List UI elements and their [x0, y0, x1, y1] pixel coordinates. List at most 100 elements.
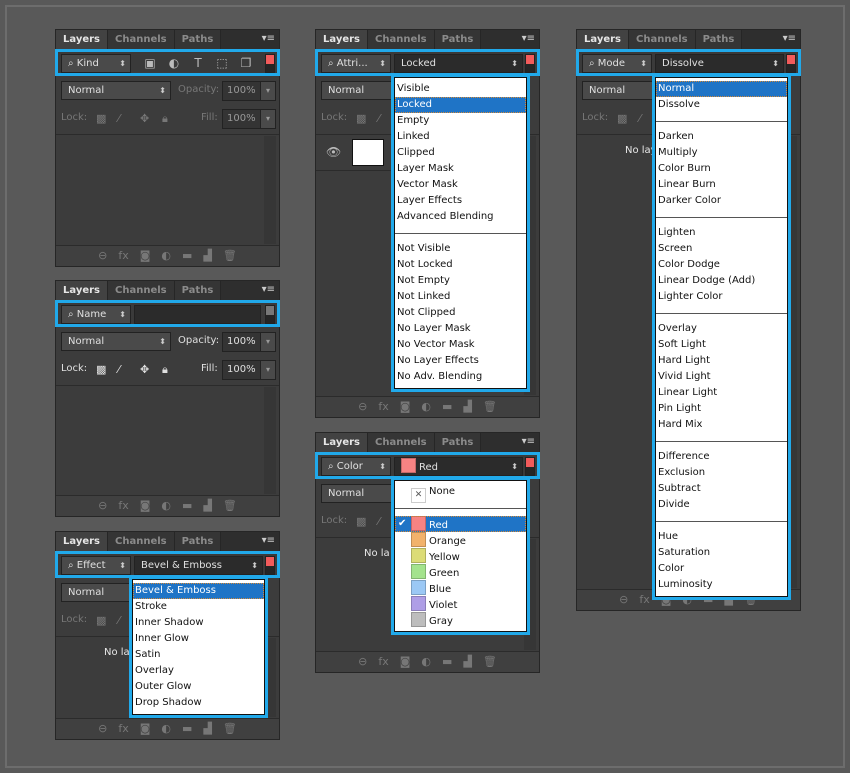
dropdown-item[interactable]: Visible: [395, 81, 526, 97]
dropdown-item[interactable]: Darker Color: [656, 193, 787, 209]
dropdown-item[interactable]: Dissolve: [656, 97, 787, 113]
tab-channels[interactable]: Channels: [368, 433, 435, 453]
smart-object-filter-icon[interactable]: ❐: [239, 56, 253, 70]
shape-filter-icon[interactable]: ⬚: [215, 56, 229, 70]
dropdown-item[interactable]: Color Dodge: [656, 257, 787, 273]
tab-layers[interactable]: Layers: [316, 433, 368, 453]
adjustment-icon[interactable]: ◐: [421, 397, 431, 417]
image-filter-icon[interactable]: ▣: [143, 56, 157, 70]
tab-layers[interactable]: Layers: [56, 532, 108, 552]
panel-menu-icon[interactable]: ▾≡: [783, 33, 796, 44]
link-icon[interactable]: ⊖: [358, 652, 367, 672]
dropdown-item[interactable]: No Layer Mask: [395, 321, 526, 337]
adjustment-icon[interactable]: ◐: [161, 246, 171, 266]
folder-icon[interactable]: ▬: [182, 246, 192, 266]
dropdown-item[interactable]: Hue: [656, 529, 787, 545]
folder-icon[interactable]: ▬: [182, 719, 192, 739]
new-layer-icon[interactable]: ▟: [463, 397, 471, 417]
eye-icon[interactable]: 👁︎: [326, 145, 341, 159]
filter-toggle[interactable]: [786, 54, 796, 73]
dropdown-item[interactable]: Lighten: [656, 225, 787, 241]
dropdown-item[interactable]: Outer Glow: [133, 679, 264, 695]
dropdown-item[interactable]: Blue: [395, 580, 526, 596]
opacity-dropdown-button[interactable]: ▾: [260, 81, 276, 101]
mask-icon[interactable]: ◙: [400, 652, 411, 672]
dropdown-item[interactable]: Violet: [395, 596, 526, 612]
dropdown-item[interactable]: Difference: [656, 449, 787, 465]
tab-paths[interactable]: Paths: [434, 30, 482, 50]
dropdown-item[interactable]: Not Locked: [395, 257, 526, 273]
tab-channels[interactable]: Channels: [629, 30, 696, 50]
dropdown-item[interactable]: No Vector Mask: [395, 337, 526, 353]
fill-field[interactable]: 100%: [222, 109, 261, 129]
filter-value-select[interactable]: Dissolve ⬍: [655, 54, 784, 73]
filter-value-select[interactable]: Red ⬍: [394, 457, 523, 476]
transparency-lock-icon[interactable]: ▩: [617, 112, 627, 125]
panel-menu-icon[interactable]: ▾≡: [522, 33, 535, 44]
new-layer-icon[interactable]: ▟: [203, 719, 211, 739]
fx-icon[interactable]: fx: [639, 590, 649, 610]
filter-kind-select[interactable]: ⌕ Color ⬍: [321, 457, 391, 476]
type-filter-icon[interactable]: T: [191, 56, 205, 70]
fill-dropdown-button[interactable]: ▾: [260, 109, 276, 129]
opacity-field[interactable]: 100%: [222, 81, 261, 101]
tab-paths[interactable]: Paths: [174, 532, 222, 552]
tab-layers[interactable]: Layers: [316, 30, 368, 50]
transparency-lock-icon[interactable]: ▩: [356, 112, 366, 125]
mask-icon[interactable]: ◙: [140, 719, 151, 739]
dropdown-item[interactable]: Linked: [395, 129, 526, 145]
dropdown-item[interactable]: Luminosity: [656, 577, 787, 593]
brush-lock-icon[interactable]: ⁄: [639, 112, 641, 125]
trash-icon[interactable]: 🗑︎: [483, 397, 497, 417]
dropdown-item[interactable]: Saturation: [656, 545, 787, 561]
transparency-lock-icon[interactable]: ▩: [356, 515, 366, 528]
link-icon[interactable]: ⊖: [619, 590, 628, 610]
transparency-lock-icon[interactable]: ▩: [96, 614, 106, 627]
link-icon[interactable]: ⊖: [358, 397, 367, 417]
dropdown-item[interactable]: Inner Shadow: [133, 615, 264, 631]
panel-menu-icon[interactable]: ▾≡: [262, 33, 275, 44]
mask-icon[interactable]: ◙: [400, 397, 411, 417]
brush-lock-icon[interactable]: ⁄: [378, 112, 380, 125]
adjustment-icon[interactable]: ◐: [161, 719, 171, 739]
trash-icon[interactable]: 🗑︎: [223, 496, 237, 516]
fill-dropdown-button[interactable]: ▾: [260, 360, 276, 380]
adjustment-icon[interactable]: ◐: [161, 496, 171, 516]
scrollbar[interactable]: [264, 136, 276, 244]
opacity-field[interactable]: 100%: [222, 332, 261, 352]
dropdown-item[interactable]: Bevel & Emboss: [133, 583, 264, 599]
dropdown-item[interactable]: Normal: [656, 81, 787, 97]
dropdown-item[interactable]: Not Visible: [395, 241, 526, 257]
filter-value-select[interactable]: Bevel & Emboss ⬍: [134, 556, 263, 575]
link-icon[interactable]: ⊖: [98, 719, 107, 739]
dropdown-item[interactable]: Locked: [395, 97, 526, 113]
dropdown-item[interactable]: Vector Mask: [395, 177, 526, 193]
dropdown-item[interactable]: Advanced Blending: [395, 209, 526, 225]
dropdown-item[interactable]: Color: [656, 561, 787, 577]
filter-toggle[interactable]: [265, 556, 275, 575]
transparency-lock-icon[interactable]: ▩: [96, 363, 106, 376]
new-layer-icon[interactable]: ▟: [203, 246, 211, 266]
dropdown-item[interactable]: Overlay: [133, 663, 264, 679]
transparency-lock-icon[interactable]: ▩: [96, 112, 106, 125]
folder-icon[interactable]: ▬: [442, 397, 452, 417]
dropdown-item[interactable]: Soft Light: [656, 337, 787, 353]
trash-icon[interactable]: 🗑︎: [483, 652, 497, 672]
link-icon[interactable]: ⊖: [98, 246, 107, 266]
brush-lock-icon[interactable]: ⁄: [378, 515, 380, 528]
move-lock-icon[interactable]: ✥: [140, 363, 149, 376]
filter-kind-select[interactable]: ⌕ Mode ⬍: [582, 54, 652, 73]
filter-kind-select[interactable]: ⌕ Attri... ⬍: [321, 54, 391, 73]
folder-icon[interactable]: ▬: [442, 652, 452, 672]
panel-menu-icon[interactable]: ▾≡: [262, 284, 275, 295]
panel-menu-icon[interactable]: ▾≡: [262, 535, 275, 546]
dropdown-item[interactable]: Not Clipped: [395, 305, 526, 321]
mask-icon[interactable]: ◙: [140, 246, 151, 266]
panel-menu-icon[interactable]: ▾≡: [522, 436, 535, 447]
dropdown-item[interactable]: Multiply: [656, 145, 787, 161]
dropdown-item[interactable]: Pin Light: [656, 401, 787, 417]
dropdown-item[interactable]: Clipped: [395, 145, 526, 161]
tab-paths[interactable]: Paths: [174, 281, 222, 301]
dropdown-item[interactable]: No Layer Effects: [395, 353, 526, 369]
opacity-dropdown-button[interactable]: ▾: [260, 332, 276, 352]
